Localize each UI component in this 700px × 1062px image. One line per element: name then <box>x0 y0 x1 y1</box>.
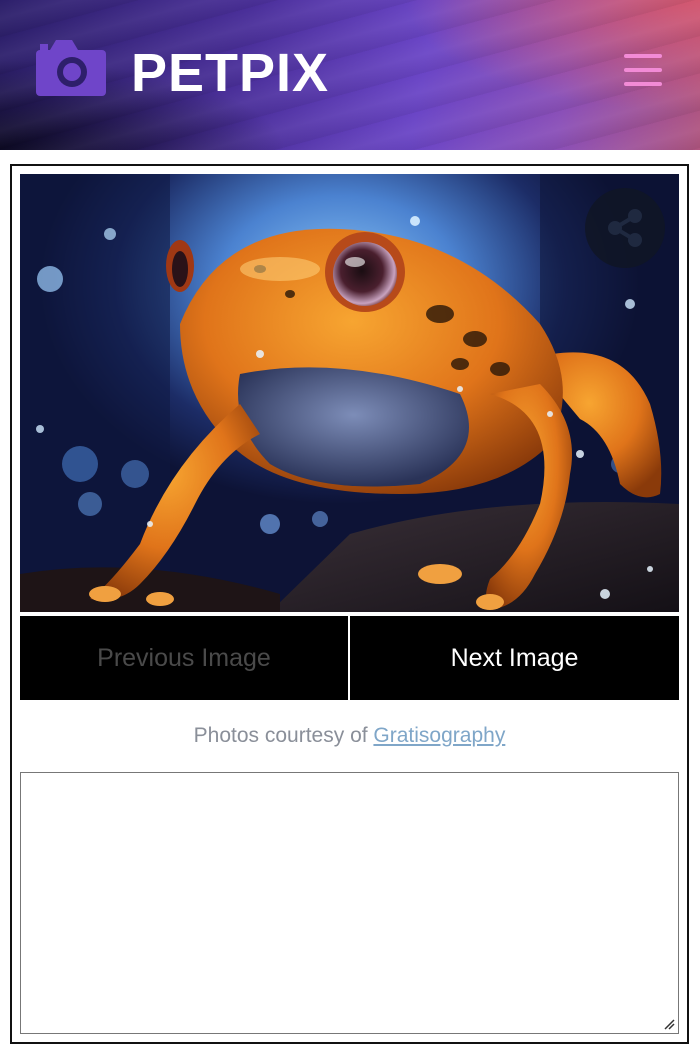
image-viewer-card: Previous Image Next Image Photos courtes… <box>10 164 689 1044</box>
share-icon <box>608 209 642 247</box>
share-button[interactable] <box>585 188 665 268</box>
menu-bar <box>624 82 662 86</box>
orange-frog-photo <box>20 174 679 612</box>
camera-icon[interactable] <box>36 40 106 96</box>
image-navigation: Previous Image Next Image <box>20 616 679 700</box>
next-image-button[interactable]: Next Image <box>350 616 679 700</box>
resize-grip-icon[interactable] <box>663 1018 675 1030</box>
previous-image-button[interactable]: Previous Image <box>20 616 348 700</box>
gratisography-link[interactable]: Gratisography <box>373 724 505 747</box>
app-header: PETPIX <box>0 0 700 150</box>
photo-credit: Photos courtesy of Gratisography <box>12 724 687 748</box>
menu-bar <box>624 68 662 72</box>
menu-bar <box>624 54 662 58</box>
hamburger-menu-icon[interactable] <box>622 52 664 88</box>
notes-textarea[interactable] <box>20 772 679 1034</box>
photo-credit-text: Photos courtesy of <box>193 724 374 747</box>
brand-logo-text[interactable]: PETPIX <box>131 44 329 102</box>
